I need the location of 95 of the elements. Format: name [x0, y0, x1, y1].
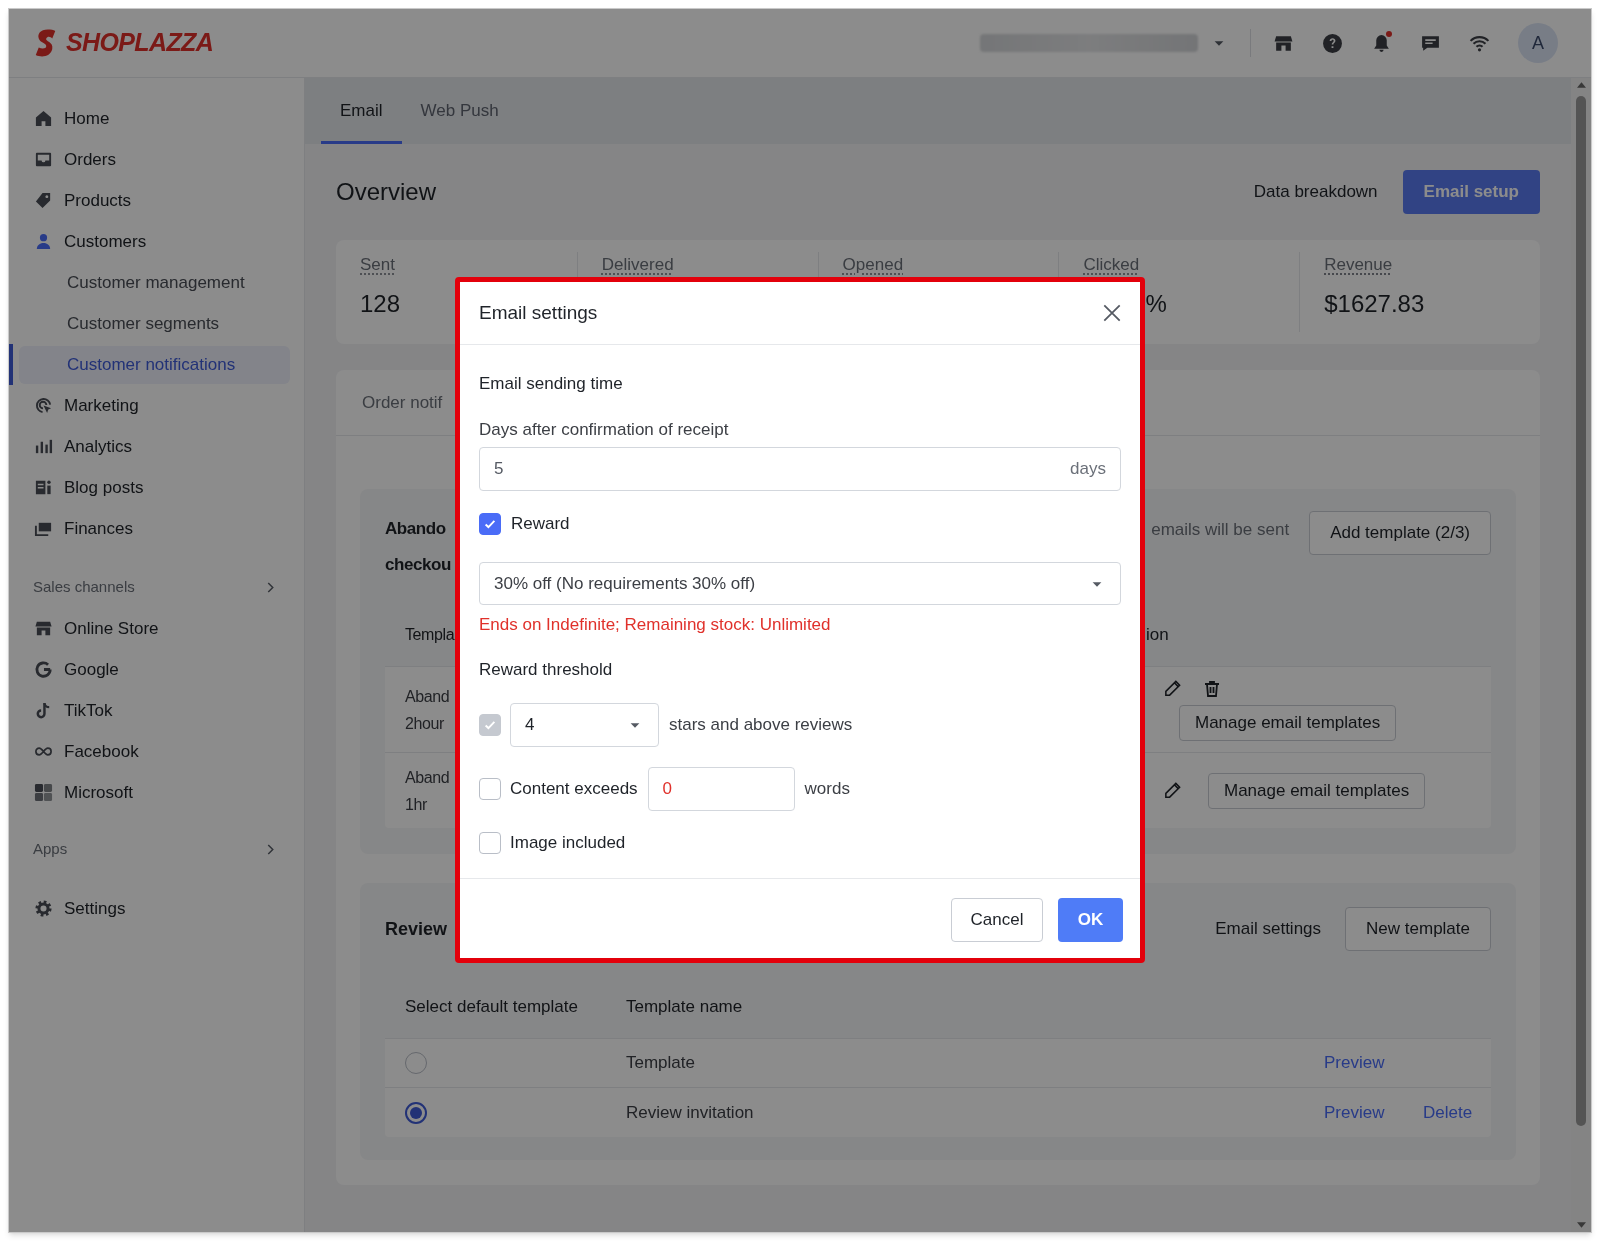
- radio-button[interactable]: [405, 1101, 427, 1124]
- document-icon: [34, 478, 53, 497]
- sidebar-item[interactable]: Blog posts: [34, 474, 144, 501]
- help-icon: [1322, 32, 1343, 54]
- table-cell-text: Review invitation: [626, 1101, 755, 1124]
- radio-button[interactable]: [405, 1052, 427, 1074]
- sidebar-subitem[interactable]: Customer notifications: [19, 345, 290, 384]
- note-text: emails will be sent: [1151, 519, 1290, 541]
- check-icon: [483, 718, 497, 732]
- store-icon: [34, 619, 53, 638]
- sidebar-item[interactable]: Google: [34, 656, 119, 683]
- stat-label: Revenue: [1324, 254, 1393, 276]
- reward-select[interactable]: 30% off (No requirements 30% off): [479, 562, 1121, 605]
- email-settings-link[interactable]: Email settings: [1215, 916, 1322, 942]
- tab[interactable]: Order notif: [362, 389, 443, 416]
- add-template-button[interactable]: Add template (2/3): [1309, 511, 1491, 555]
- table-cell-text: Aband: [405, 767, 450, 788]
- section-heading: Email sending time: [479, 373, 623, 395]
- section-heading: Reward threshold: [479, 659, 613, 681]
- table-cell-text: Template: [626, 1052, 696, 1075]
- scrollbar-thumb[interactable]: [1576, 96, 1586, 1126]
- checkbox-label: Content exceeds: [510, 778, 638, 801]
- sidebar-item[interactable]: Products: [34, 187, 132, 214]
- stat-label: Sent: [360, 254, 395, 276]
- data-breakdown-link[interactable]: Data breakdown: [1253, 179, 1378, 205]
- tag-icon: [34, 191, 53, 210]
- settings-icon: [34, 899, 53, 918]
- field-suffix: stars and above reviews: [669, 714, 853, 737]
- checkbox[interactable]: [479, 778, 501, 800]
- sidebar-subitem[interactable]: Customer segments: [19, 304, 290, 343]
- inbox-icon: [34, 150, 53, 169]
- scroll-up-icon[interactable]: [1576, 82, 1586, 88]
- check-icon: [483, 517, 497, 531]
- table-cell-text: Aband: [405, 686, 450, 707]
- sidebar-item[interactable]: Microsoft: [34, 779, 133, 806]
- manage-templates-button[interactable]: Manage email templates: [1208, 772, 1426, 809]
- field-suffix: words: [804, 778, 850, 801]
- column-header: ion: [1146, 624, 1169, 647]
- table-cell-text: 2hour: [405, 713, 444, 734]
- sidebar-item[interactable]: Finances: [34, 515, 133, 542]
- checkbox[interactable]: [479, 513, 501, 535]
- checkbox-label: Image included: [510, 832, 626, 855]
- home-icon: [34, 109, 53, 128]
- g-icon: [34, 660, 53, 679]
- sidebar-item[interactable]: TikTok: [34, 697, 113, 724]
- active-indicator: [9, 344, 13, 385]
- stat-value: %: [1145, 288, 1167, 319]
- new-template-button[interactable]: New template: [1345, 907, 1491, 951]
- sidebar-item[interactable]: Orders: [34, 146, 116, 173]
- checkbox-label: Reward: [511, 513, 570, 536]
- stat-label: Delivered: [601, 254, 674, 276]
- sidebar-item[interactable]: Facebook: [34, 738, 139, 765]
- section-title: Abando: [385, 518, 446, 540]
- stat-label: Clicked: [1083, 254, 1140, 276]
- sidebar-item[interactable]: Customers: [34, 228, 147, 255]
- cursor-icon: [34, 396, 53, 415]
- column-header: Templa: [405, 626, 455, 643]
- sidebar-item[interactable]: Home: [34, 105, 110, 132]
- person-icon: [34, 232, 53, 251]
- stat-value: 128: [360, 288, 401, 319]
- reward-note: Ends on Indefinite; Remaining stock: Unlimited: [479, 614, 831, 636]
- section-title: checkou: [385, 554, 451, 576]
- tab[interactable]: Email: [321, 78, 402, 144]
- table-cell-text: 1hr: [405, 794, 427, 815]
- logo-text: SHOPLAZZA: [66, 27, 214, 59]
- column-header: Template name: [626, 996, 743, 1019]
- tab[interactable]: Web Push: [401, 78, 518, 144]
- ok-button[interactable]: OK: [1058, 897, 1123, 942]
- sidebar-item[interactable]: Settings: [34, 895, 126, 922]
- cancel-button[interactable]: Cancel: [951, 897, 1043, 942]
- section-heading: Sales channels: [33, 577, 135, 598]
- words-field[interactable]: 0: [647, 767, 795, 811]
- section-heading: Apps: [33, 839, 68, 860]
- page-title: Overview: [336, 177, 437, 207]
- field-label: Days after confirmation of receipt: [479, 419, 729, 441]
- section-title: Review: [385, 917, 448, 941]
- sidebar-item[interactable]: Online Store: [34, 615, 159, 642]
- stat-label: Opened: [842, 254, 904, 276]
- bar-chart-icon: [34, 437, 53, 456]
- preview-link[interactable]: Preview: [1324, 1050, 1423, 1076]
- avatar[interactable]: A: [1518, 23, 1558, 63]
- bell-icon: [1371, 32, 1392, 54]
- sidebar-subitem[interactable]: Customer management: [19, 263, 290, 302]
- dialog-title: Email settings: [479, 300, 598, 325]
- days-field[interactable]: 5 days: [479, 447, 1121, 491]
- stat-value: $1627.83: [1324, 288, 1425, 319]
- sidebar-item[interactable]: Analytics: [34, 433, 133, 460]
- checkbox[interactable]: [479, 832, 501, 854]
- column-header: Select default template: [404, 996, 579, 1019]
- manage-templates-button[interactable]: Manage email templates: [1179, 704, 1397, 741]
- delete-link[interactable]: Delete: [1423, 1099, 1473, 1126]
- sidebar-item[interactable]: Marketing: [34, 392, 139, 419]
- preview-link[interactable]: Preview: [1324, 1099, 1423, 1126]
- four-squares-icon: [34, 783, 53, 802]
- scroll-down-icon[interactable]: [1576, 1222, 1586, 1228]
